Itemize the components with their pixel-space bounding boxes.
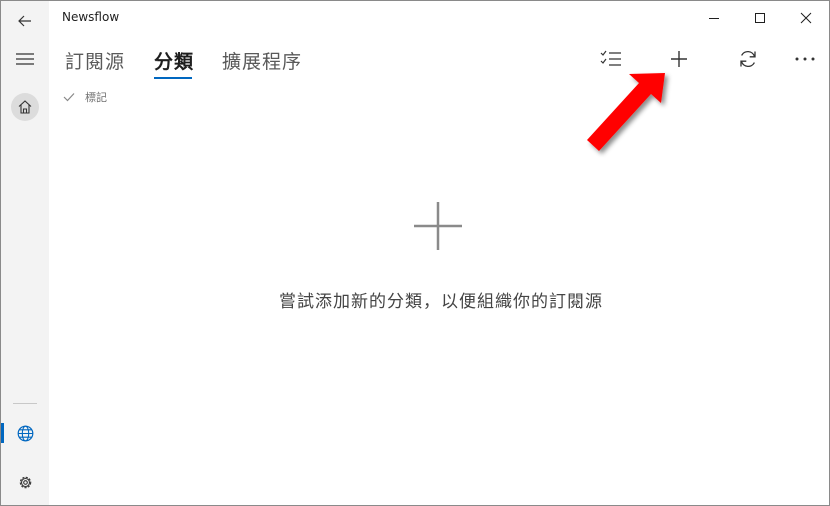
- back-arrow-icon: [18, 15, 31, 27]
- tab-feeds[interactable]: 訂閱源: [65, 47, 125, 74]
- checkmark-icon: [63, 93, 75, 102]
- home-icon: [18, 100, 32, 114]
- back-button[interactable]: [1, 1, 49, 41]
- tab-extensions[interactable]: 擴展程序: [222, 47, 302, 74]
- ellipsis-icon: [795, 57, 815, 61]
- refresh-icon: [740, 50, 756, 68]
- empty-state-plus-icon[interactable]: [413, 201, 463, 255]
- rail-divider: [13, 403, 37, 404]
- home-button[interactable]: [1, 87, 49, 127]
- nav-rail: [1, 1, 49, 505]
- annotation-arrow-icon: [581, 65, 681, 165]
- maximize-icon: [755, 13, 765, 23]
- minimize-icon: [709, 18, 719, 19]
- minimize-button[interactable]: [691, 1, 737, 35]
- marked-filter-label: 標記: [85, 91, 107, 104]
- gear-icon: [19, 476, 31, 488]
- active-tab-underline: [154, 77, 192, 79]
- settings-button[interactable]: [1, 462, 49, 502]
- globe-icon: [17, 425, 33, 441]
- app-title: Newsflow: [62, 10, 120, 24]
- menu-button[interactable]: [1, 39, 49, 79]
- empty-state-message: 嘗試添加新的分類，以便組織你的訂閱源: [279, 292, 603, 312]
- explore-button[interactable]: [1, 413, 49, 453]
- app-window: Newsflow 訂閱源 分類 擴展程序 標記 嘗試添加新的分類，以便組織你的訂…: [0, 0, 830, 506]
- maximize-button[interactable]: [737, 1, 783, 35]
- close-icon: [800, 12, 812, 24]
- more-options-button[interactable]: [785, 41, 825, 77]
- refresh-button[interactable]: [728, 41, 768, 77]
- home-button-highlight: [11, 93, 39, 121]
- close-button[interactable]: [783, 1, 829, 35]
- marked-filter[interactable]: 標記: [63, 89, 107, 105]
- hamburger-icon: [16, 53, 34, 65]
- tab-categories[interactable]: 分類: [154, 47, 194, 74]
